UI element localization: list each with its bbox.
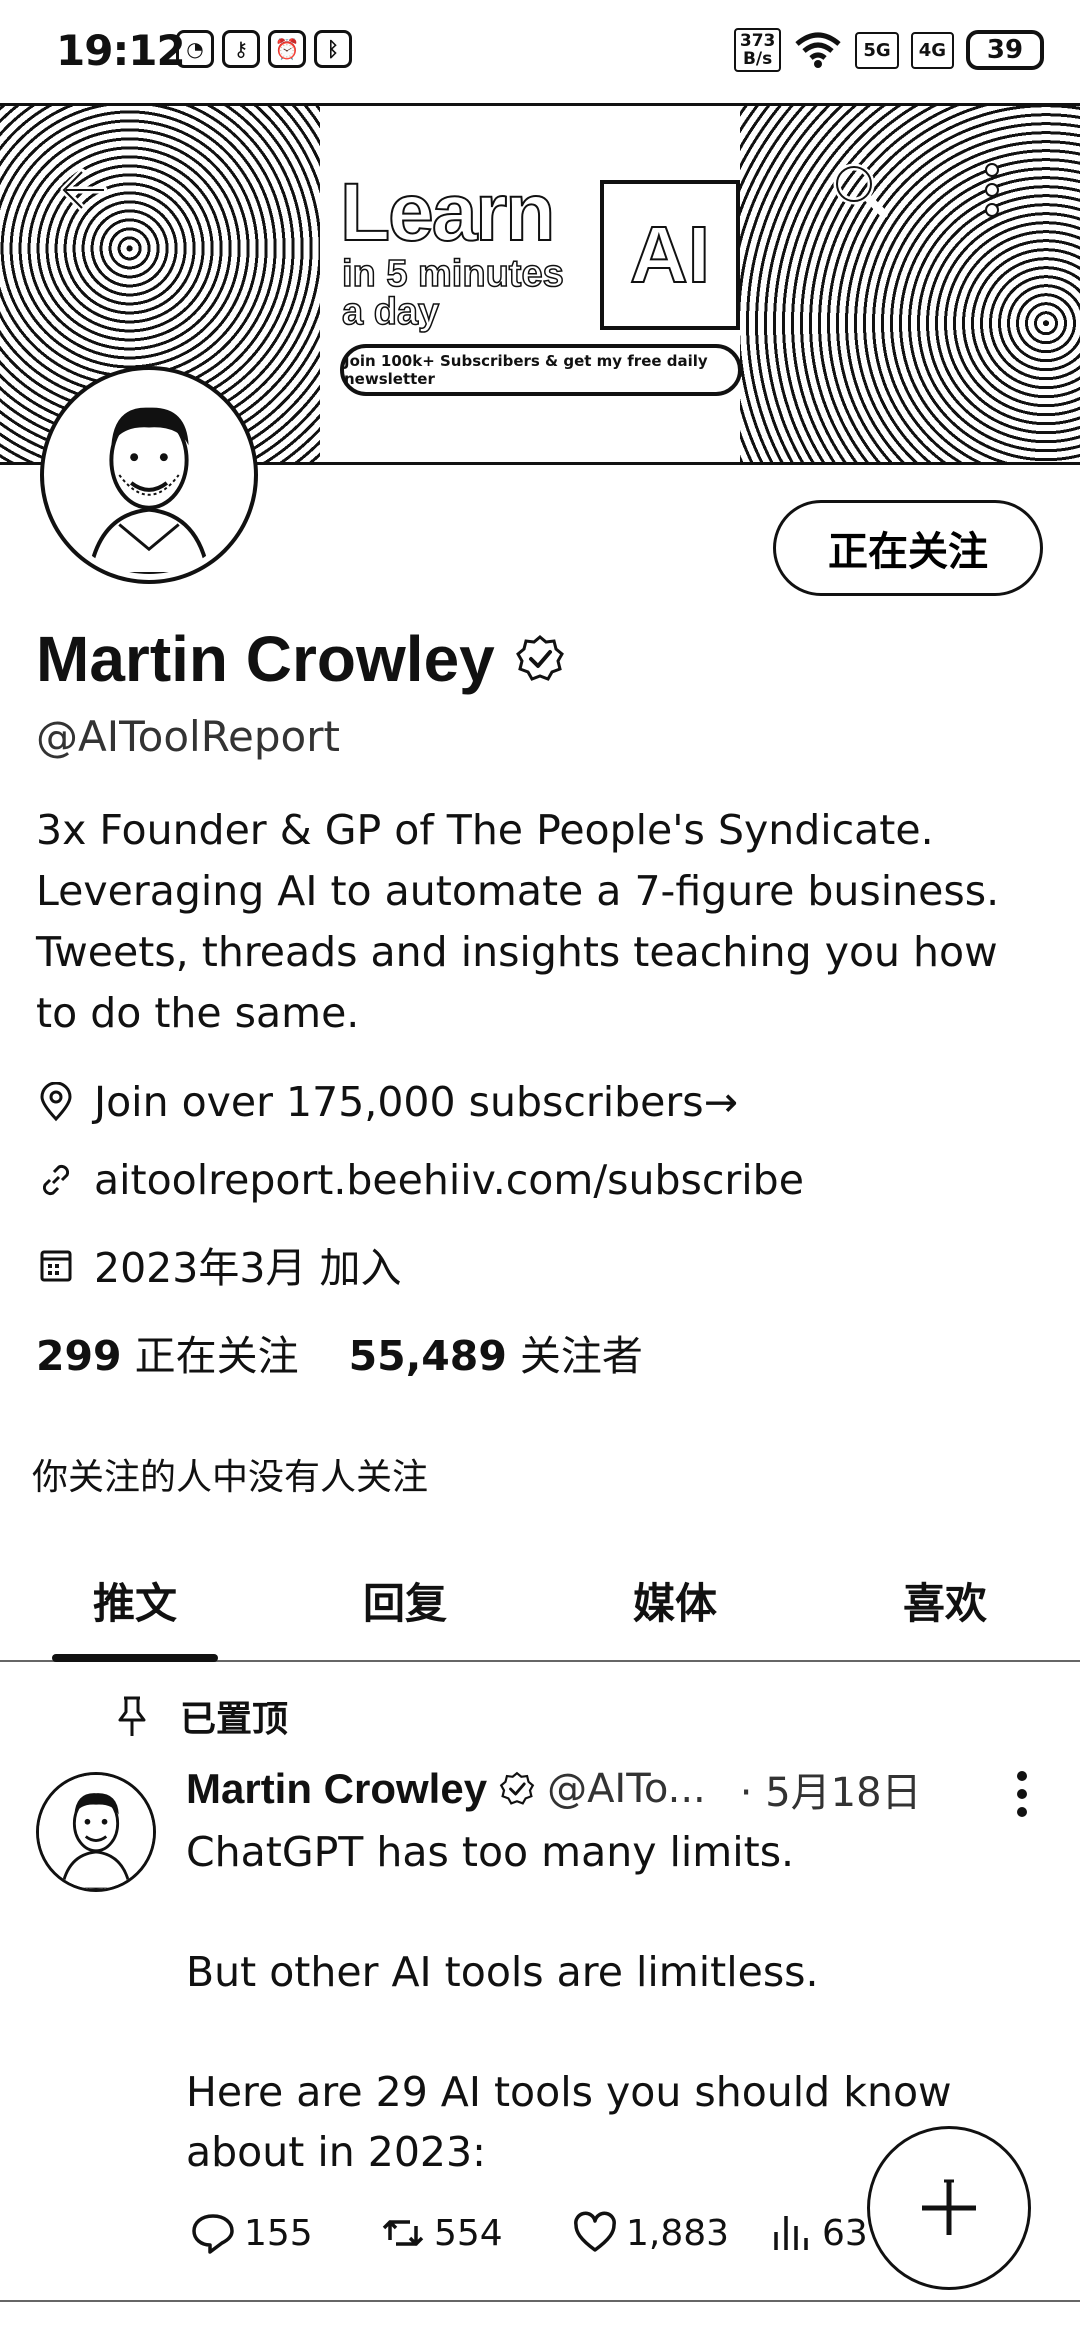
view-count: 63: [822, 2212, 868, 2254]
tweet-author-name[interactable]: Martin Crowley: [186, 1765, 487, 1813]
tab-likes[interactable]: 喜欢: [810, 1540, 1080, 1660]
profile-tabs: 推文 回复 媒体 喜欢: [0, 1540, 1080, 1662]
avatar-portrait-image: [39, 1775, 153, 1889]
avatar-portrait-image: [50, 376, 248, 574]
location-pin-icon: [40, 1082, 72, 1122]
followers-label: 关注者: [519, 1332, 643, 1380]
following-count-link[interactable]: 299 正在关注: [36, 1322, 299, 1382]
location-text: Join over 175,000 subscribers→: [94, 1078, 738, 1126]
heart-icon: [574, 2211, 616, 2252]
tab-media[interactable]: 媒体: [540, 1540, 810, 1660]
profile-location: Join over 175,000 subscribers→: [36, 1078, 738, 1126]
verified-badge-icon[interactable]: [515, 634, 565, 684]
link-icon: [42, 1164, 70, 1196]
retweet-button[interactable]: 554: [380, 2210, 572, 2256]
tweet-actions: 155 554 1,883 63: [190, 2210, 868, 2256]
profile-bio: 3x Founder & GP of The People's Syndicat…: [36, 806, 1000, 1037]
banner-pill: Join 100k+ Subscribers & get my free dai…: [340, 344, 742, 396]
status-time: 19:12: [56, 26, 186, 75]
profile-handle: @AIToolReport: [36, 712, 340, 761]
next-tweet-peek: [0, 2318, 1080, 2340]
retweet-icon: [382, 2220, 424, 2246]
profile-link-row: aitoolreport.beehiiv.com/subscribe: [36, 1156, 804, 1204]
tweet-date[interactable]: · 5月18日: [740, 1760, 922, 1818]
wifi-icon: [795, 32, 842, 68]
alarm-icon: ⏰: [268, 30, 306, 68]
status-notification-icons: ◔ ⚷ ⏰ ᛒ: [176, 30, 352, 68]
back-button[interactable]: [44, 150, 124, 230]
profile-name: Martin Crowley: [36, 623, 495, 695]
like-button[interactable]: 1,883: [572, 2210, 768, 2256]
banner-headline: Learn: [339, 167, 556, 258]
tweet-avatar[interactable]: [36, 1772, 156, 1892]
reply-icon: [192, 2214, 234, 2254]
verified-badge-icon: [499, 1771, 535, 1805]
profile-joined: 2023年3月 加入: [36, 1234, 401, 1294]
followed-by-text: 你关注的人中没有人关注: [32, 1457, 429, 1498]
calendar-icon: [40, 1250, 72, 1282]
more-vertical-icon: [985, 163, 999, 217]
tweet-line: [186, 1882, 1006, 1942]
network-speed: 373 B/s: [733, 28, 782, 72]
tweet-more-icon[interactable]: [1002, 1764, 1042, 1824]
tab-replies[interactable]: 回复: [270, 1540, 540, 1660]
like-count: 1,883: [626, 2212, 730, 2254]
battery-icon: 39: [966, 30, 1044, 70]
chat-icon: ◔: [176, 30, 214, 68]
pinned-indicator: 已置顶: [112, 1690, 288, 1742]
profile-link[interactable]: aitoolreport.beehiiv.com/subscribe: [94, 1156, 804, 1204]
tweet-line: ChatGPT has too many limits.: [186, 1828, 795, 1876]
plus-icon: [922, 2179, 976, 2235]
reply-button[interactable]: 155: [190, 2210, 380, 2256]
tweet-line: [186, 2002, 1006, 2062]
more-options-button[interactable]: [962, 150, 1022, 230]
search-button[interactable]: [820, 150, 900, 230]
tab-tweets[interactable]: 推文: [0, 1540, 270, 1660]
battery-level: 39: [986, 35, 1024, 65]
joined-text: 2023年3月 加入: [94, 1244, 402, 1292]
compose-tweet-button[interactable]: [867, 2126, 1031, 2290]
back-arrow-icon: [60, 168, 108, 212]
signal-4g-icon: 4G: [910, 31, 954, 69]
search-icon: [833, 163, 888, 218]
pin-icon: [118, 1696, 146, 1736]
followers-count-link[interactable]: 55,489 关注者: [349, 1322, 643, 1382]
status-system-icons: 373 B/s 5G 4G 39: [733, 28, 1044, 72]
views-button[interactable]: 63: [768, 2210, 868, 2256]
tweet-line: But other AI tools are limitless.: [186, 1948, 819, 1996]
tweet-text[interactable]: ChatGPT has too many limits. But other A…: [186, 1822, 1006, 2182]
reply-count: 155: [244, 2212, 313, 2254]
signal-5g-icon: 5G: [855, 31, 899, 69]
follow-counts: 299 正在关注 55,489 关注者: [36, 1322, 643, 1382]
status-bar: 19:12 ◔ ⚷ ⏰ ᛒ 373 B/s 5G 4G 39: [0, 0, 1080, 105]
key-icon: ⚷: [222, 30, 260, 68]
retweet-count: 554: [434, 2212, 503, 2254]
profile-avatar[interactable]: [44, 370, 254, 580]
banner-ai-badge: AI: [600, 180, 740, 330]
tweet-author-handle: @AITo...: [547, 1766, 706, 1812]
bluetooth-icon: ᛒ: [314, 30, 352, 68]
banner-line-2: in 5 minutes: [341, 253, 564, 295]
profile-name-row: Martin Crowley: [36, 622, 565, 696]
followers-count: 55,489: [348, 1332, 507, 1380]
banner-line-3: a day: [341, 291, 440, 333]
following-count: 299: [36, 1332, 122, 1380]
tweet-divider: [0, 2300, 1080, 2302]
pinned-label: 已置顶: [180, 1699, 289, 1740]
following-button[interactable]: 正在关注: [773, 500, 1043, 596]
analytics-icon: [774, 2216, 808, 2250]
tweet-header: Martin Crowley @AITo... · 5月18日: [186, 1760, 922, 1818]
following-label: 正在关注: [134, 1332, 299, 1380]
